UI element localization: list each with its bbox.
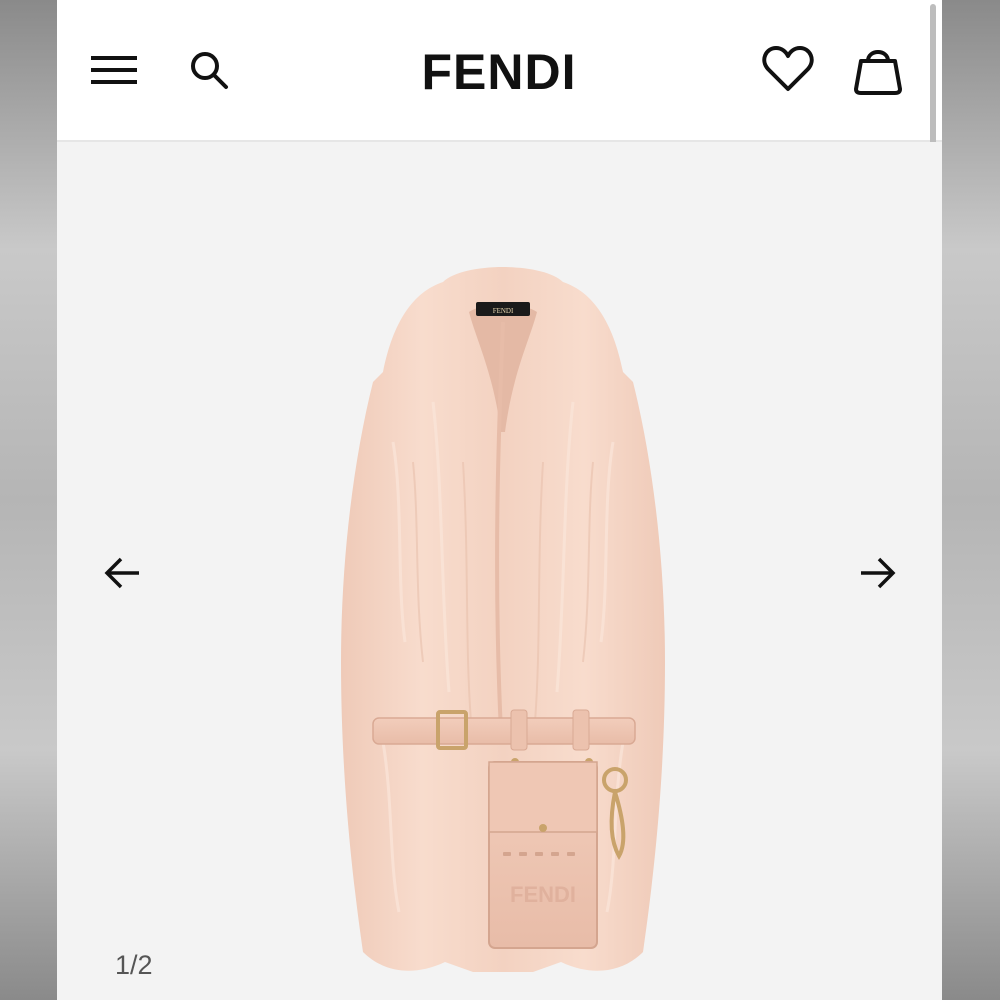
next-image-button[interactable]	[851, 547, 903, 599]
pouch-emboss-text: FENDI	[510, 882, 576, 907]
shopping-bag-icon	[854, 50, 902, 95]
brand-logo[interactable]: FENDI	[349, 42, 649, 102]
arrow-left-icon	[104, 557, 139, 589]
backdrop-right	[942, 0, 1000, 1000]
favorites-button[interactable]	[759, 40, 817, 98]
image-counter: 1/2	[115, 950, 153, 980]
search-button[interactable]	[185, 46, 233, 94]
heart-icon	[762, 46, 814, 91]
arrow-right-icon	[861, 557, 896, 589]
shopping-bag-button[interactable]	[849, 40, 907, 98]
previous-image-button[interactable]	[97, 547, 149, 599]
phone-screen: FENDI FENDI FENDI 1/2	[57, 0, 942, 1000]
product-gallery: FENDI FENDI 1/2	[57, 142, 942, 1000]
search-icon	[191, 52, 228, 89]
menu-button[interactable]	[87, 48, 141, 92]
hamburger-menu-icon	[91, 56, 137, 84]
product-image[interactable]: FENDI FENDI	[293, 262, 713, 982]
backdrop-left	[0, 0, 57, 1000]
label-tag-text: FENDI	[493, 307, 514, 315]
top-header: FENDI	[57, 0, 942, 142]
